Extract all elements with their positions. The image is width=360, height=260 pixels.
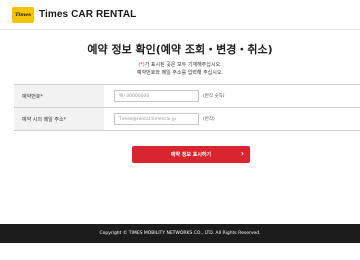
email-hint: (반각) [203, 117, 215, 122]
page-title: 예약 정보 확인(예약 조회・변경・취소) [87, 43, 273, 56]
show-reservation-button-label: 예약 정보 표시하기 [170, 152, 212, 158]
reservation-number-cell: 예) 00000000 (반각 숫자) [104, 85, 360, 107]
instruction-line-1: (*)가 표시된 곳은 모두 기재해주십시오. [0, 61, 360, 69]
reservation-number-hint: (반각 숫자) [203, 94, 225, 99]
site-footer: Copyright © TIMES MOBILITY NETWORKS CO.,… [0, 224, 360, 243]
logo-badge-text: Times [15, 11, 31, 18]
site-header: Times Times CAR RENTAL [0, 0, 360, 30]
reservation-number-input[interactable]: 예) 00000000 [114, 90, 199, 102]
form-row-reservation-number: 예약번호* 예) 00000000 (반각 숫자) [14, 85, 360, 108]
reservation-number-label: 예약번호* [14, 85, 104, 107]
brand-name[interactable]: Times CAR RENTAL [39, 9, 136, 20]
email-cell: Times@rental.timescar.jp (반각) [104, 108, 360, 130]
chevron-right-icon: › [240, 149, 244, 158]
email-input[interactable]: Times@rental.timescar.jp [114, 113, 199, 125]
form-instructions: (*)가 표시된 곳은 모두 기재해주십시오. 예약번호와 메일 주소를 입력해… [0, 61, 360, 77]
times-logo-icon[interactable]: Times [12, 6, 34, 23]
instruction-line-1-text: 가 표시된 곳은 모두 기재해주십시오. [144, 62, 222, 68]
email-label: 예약 시의 메일 주소* [14, 108, 104, 130]
form-row-email: 예약 시의 메일 주소* Times@rental.timescar.jp (반… [14, 108, 360, 131]
page: Times Times CAR RENTAL 예약 정보 확인(예약 조회・변경… [0, 0, 360, 260]
reservation-lookup-form: 예약번호* 예) 00000000 (반각 숫자) 예약 시의 메일 주소* T… [14, 84, 360, 131]
instruction-line-2: 예약번호와 메일 주소를 입력해 주십시오. [136, 70, 224, 76]
copyright-text: Copyright © TIMES MOBILITY NETWORKS CO.,… [99, 231, 261, 236]
show-reservation-button[interactable]: 예약 정보 표시하기 › [132, 146, 250, 163]
